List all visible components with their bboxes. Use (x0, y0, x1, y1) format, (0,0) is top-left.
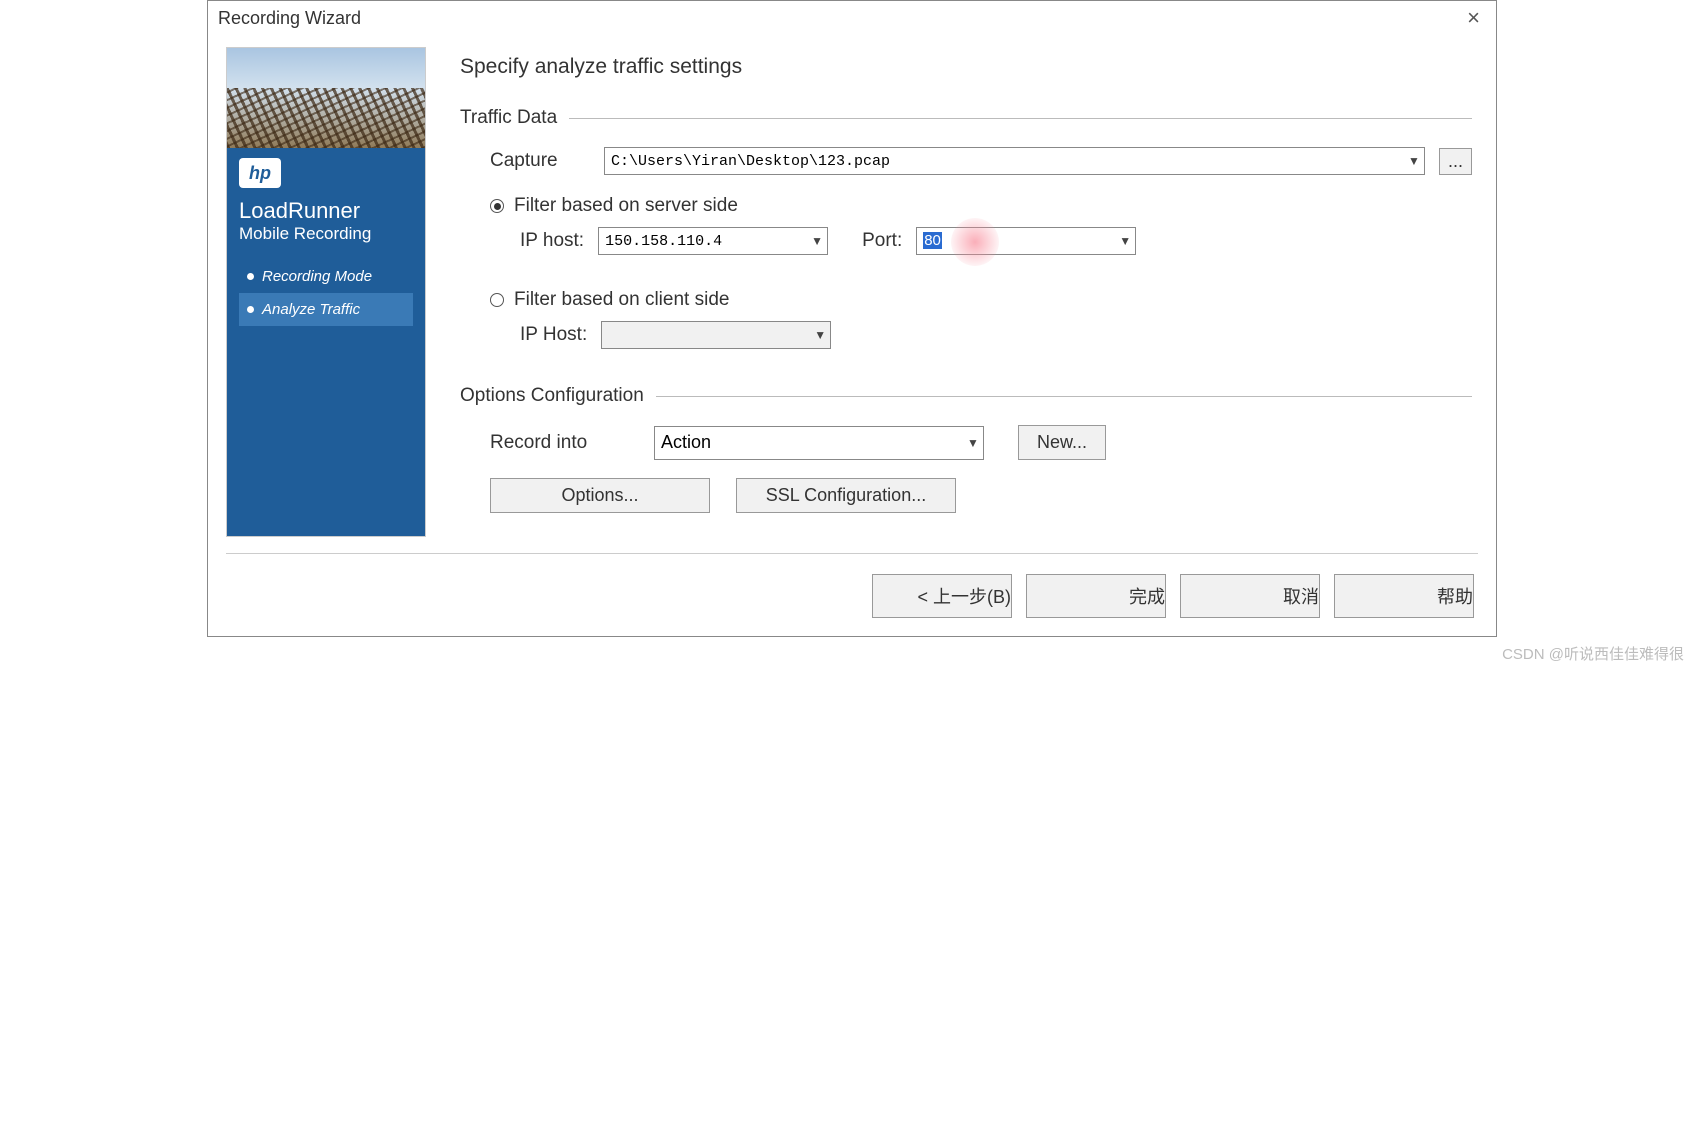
port-label: Port: (862, 230, 902, 252)
brand-title: LoadRunner (239, 198, 413, 224)
sidebar-item-label: Analyze Traffic (262, 301, 360, 318)
filter-client-radio[interactable]: Filter based on client side (460, 289, 1472, 311)
record-into-label: Record into (490, 432, 640, 454)
filter-server-radio[interactable]: Filter based on server side (460, 195, 1472, 217)
titlebar: Recording Wizard × (208, 1, 1496, 37)
sidebar-item-label: Recording Mode (262, 268, 372, 285)
chevron-down-icon[interactable]: ▼ (1404, 148, 1424, 174)
page-heading: Specify analyze traffic settings (460, 55, 1472, 79)
chevron-down-icon[interactable]: ▼ (807, 228, 827, 254)
port-value: 80 (917, 232, 1115, 250)
window-title: Recording Wizard (218, 8, 361, 29)
config-buttons-row: Options... SSL Configuration... (460, 478, 1472, 513)
brand-subtitle: Mobile Recording (239, 224, 413, 244)
client-ip-row: IP Host: ▼ (460, 321, 1472, 349)
section-label: Traffic Data (460, 107, 557, 129)
hp-logo-icon: hp (239, 158, 281, 188)
capture-row: Capture C:\Users\Yiran\Desktop\123.pcap … (460, 147, 1472, 175)
radio-icon (490, 199, 504, 213)
record-into-value: Action (655, 432, 963, 453)
finish-button[interactable]: 完成 (1026, 574, 1166, 618)
capture-path-combo[interactable]: C:\Users\Yiran\Desktop\123.pcap ▼ (604, 147, 1425, 175)
divider (226, 553, 1478, 554)
browse-button[interactable]: ... (1439, 148, 1472, 175)
watermark-text: CSDN @听说西佳佳难得很 (0, 637, 1704, 674)
ip-host-client-label: IP Host: (520, 324, 587, 346)
bullet-icon (247, 306, 254, 313)
new-button[interactable]: New... (1018, 425, 1106, 460)
ip-host-server-combo[interactable]: 150.158.110.4 ▼ (598, 227, 828, 255)
chevron-down-icon[interactable]: ▼ (1115, 228, 1135, 254)
wizard-window: Recording Wizard × hp LoadRunner Mobile … (207, 0, 1497, 637)
chevron-down-icon[interactable]: ▼ (963, 427, 983, 459)
sidebar: hp LoadRunner Mobile Recording Recording… (226, 47, 426, 537)
radio-icon (490, 293, 504, 307)
close-icon[interactable]: × (1461, 5, 1486, 31)
ip-host-client-combo[interactable]: ▼ (601, 321, 831, 349)
back-button[interactable]: < 上一步(B) (872, 574, 1012, 618)
server-ip-port-row: IP host: 150.158.110.4 ▼ Port: 80 ▼ (460, 227, 1472, 255)
section-label: Options Configuration (460, 385, 644, 407)
record-into-row: Record into Action ▼ New... (460, 425, 1472, 460)
footer-buttons: < 上一步(B) 完成 取消 帮助 (208, 568, 1496, 636)
sidebar-item-analyze-traffic[interactable]: Analyze Traffic (239, 293, 413, 326)
section-traffic-data: Traffic Data (460, 107, 1472, 129)
main-panel: Specify analyze traffic settings Traffic… (454, 47, 1478, 537)
port-combo[interactable]: 80 ▼ (916, 227, 1136, 255)
sidebar-brand: hp LoadRunner Mobile Recording Recording… (227, 148, 425, 536)
help-button[interactable]: 帮助 (1334, 574, 1474, 618)
bullet-icon (247, 273, 254, 280)
capture-path-value: C:\Users\Yiran\Desktop\123.pcap (605, 153, 1404, 170)
divider (569, 118, 1472, 119)
ssl-configuration-button[interactable]: SSL Configuration... (736, 478, 956, 513)
filter-server-label: Filter based on server side (514, 195, 738, 217)
divider (656, 396, 1472, 397)
filter-client-label: Filter based on client side (514, 289, 729, 311)
capture-label: Capture (490, 150, 590, 172)
ip-host-server-label: IP host: (520, 230, 584, 252)
cancel-button[interactable]: 取消 (1180, 574, 1320, 618)
record-into-combo[interactable]: Action ▼ (654, 426, 984, 460)
sidebar-item-recording-mode[interactable]: Recording Mode (239, 260, 413, 293)
sidebar-banner-image (227, 48, 425, 148)
ip-host-server-value: 150.158.110.4 (599, 233, 807, 250)
options-button[interactable]: Options... (490, 478, 710, 513)
section-options-config: Options Configuration (460, 385, 1472, 407)
chevron-down-icon[interactable]: ▼ (810, 322, 830, 348)
